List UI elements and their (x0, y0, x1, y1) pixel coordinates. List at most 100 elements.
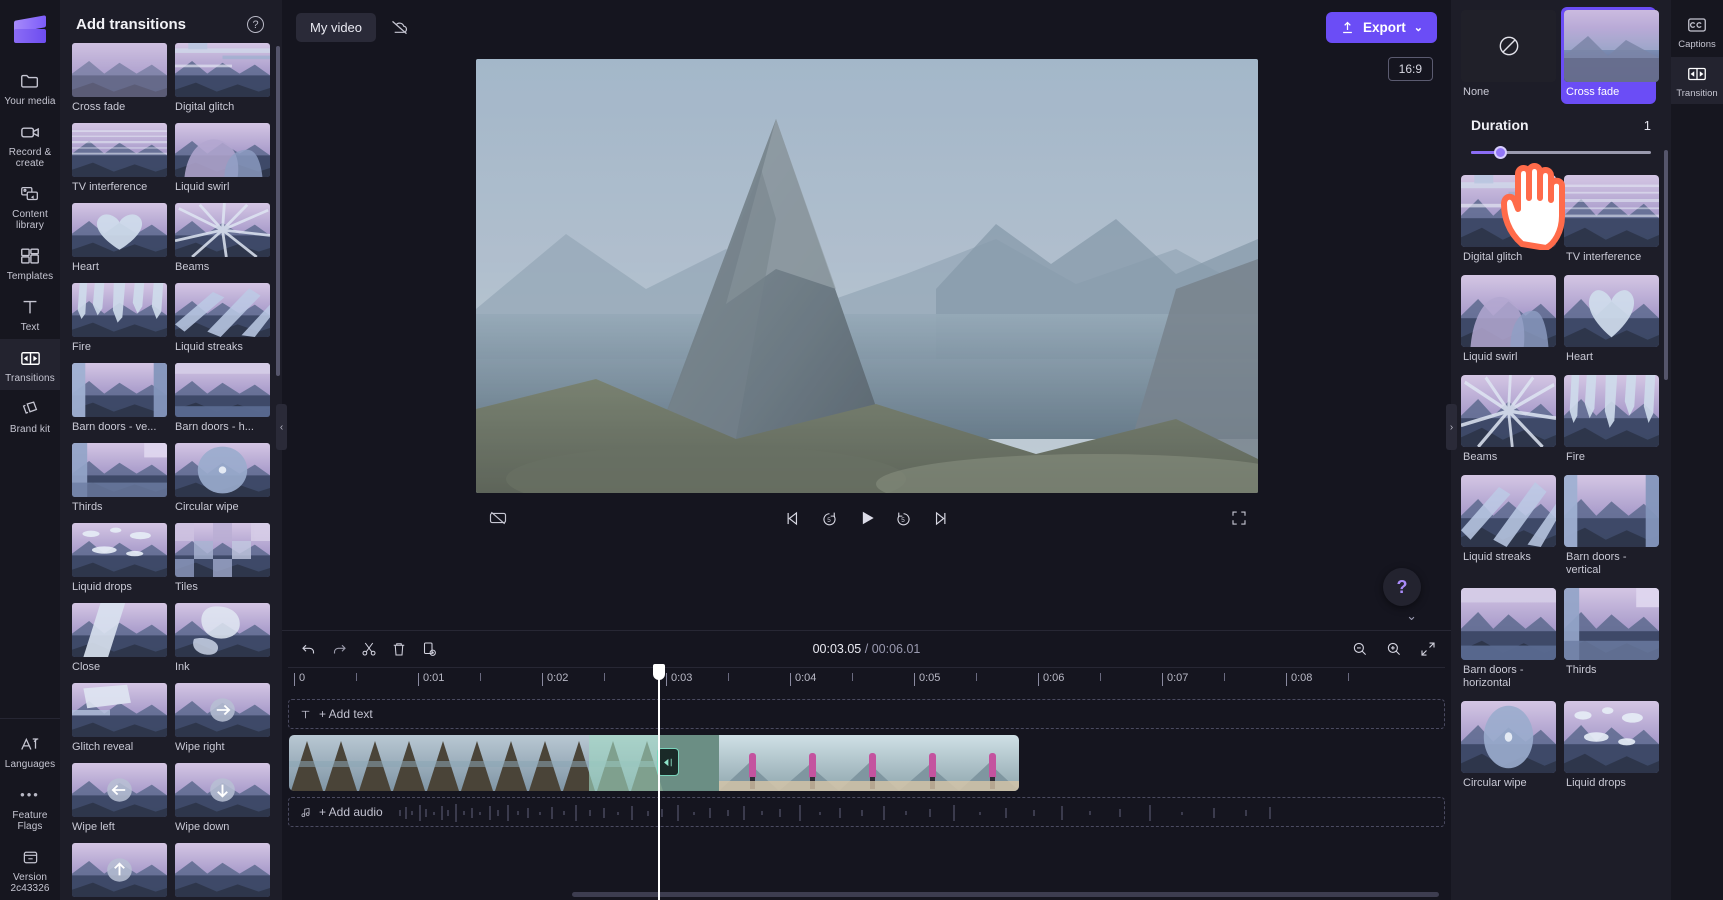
transition-card[interactable]: Fire (72, 283, 167, 353)
delete-button[interactable] (386, 636, 412, 662)
timeline-ruler[interactable]: 0 0:01 0:02 0:03 0:04 0:05 0:06 0:07 0:08 (288, 667, 1445, 693)
transition-card[interactable]: Liquid drops (72, 523, 167, 593)
transition-card[interactable]: TV interference (72, 123, 167, 193)
timeline-scrollbar[interactable] (572, 892, 1439, 897)
zoom-in-button[interactable] (1385, 640, 1403, 658)
transition-card[interactable]: Thirds (72, 443, 167, 513)
transition-card[interactable]: Heart (72, 203, 167, 273)
editor-main: My video Export ⌄ 16:9 5 5 ? ⌄ 00:03.05 … (276, 0, 1457, 900)
collapse-left-panel-button[interactable]: ‹ (276, 404, 287, 450)
transition-card[interactable]: Liquid streaks (175, 283, 270, 353)
export-button[interactable]: Export ⌄ (1326, 12, 1437, 43)
collapse-right-panel-button[interactable]: › (1446, 404, 1457, 450)
transition-card[interactable]: Close (72, 603, 167, 673)
transition-card[interactable]: Wipe left (72, 763, 167, 833)
redo-button[interactable] (326, 636, 352, 662)
tab-transition[interactable]: Transition (1671, 57, 1723, 104)
transition-preset-card[interactable]: Beams (1461, 375, 1556, 467)
transition-preset-card[interactable]: TV interference (1564, 175, 1659, 267)
ruler-tick-major (542, 673, 543, 686)
video-title-field[interactable]: My video (296, 13, 377, 42)
transition-preset-card[interactable]: Liquid drops (1564, 701, 1659, 793)
duration-row: Duration 1 (1451, 101, 1671, 133)
sidebar-item-content-library[interactable]: Content library (0, 175, 60, 237)
transition-card[interactable]: Wipe down (175, 763, 270, 833)
transition-card[interactable]: Barn doors - h... (175, 363, 270, 433)
transition-card[interactable]: Liquid swirl (175, 123, 270, 193)
transition-thumbnail (1461, 588, 1556, 660)
transition-card[interactable]: Wipe right (175, 683, 270, 753)
fullscreen-icon[interactable] (1230, 509, 1248, 527)
aspect-ratio-button[interactable]: 16:9 (1387, 57, 1433, 81)
zoom-out-button[interactable] (1351, 640, 1369, 658)
forward-5s-button[interactable]: 5 (893, 507, 915, 529)
transition-preset-card[interactable]: Circular wipe (1461, 701, 1556, 793)
slider-thumb[interactable] (1494, 146, 1508, 159)
transition-preset-card[interactable]: Heart (1564, 275, 1659, 367)
transition-card[interactable]: Cross fade (72, 43, 167, 113)
transition-card[interactable]: Ink (175, 603, 270, 673)
transition-preset-card[interactable]: Fire (1564, 375, 1659, 467)
chevron-down-icon[interactable]: ⌄ (1406, 608, 1417, 624)
transition-card[interactable]: Barn doors - ve... (72, 363, 167, 433)
transition-preset-card[interactable]: Liquid streaks (1461, 475, 1556, 580)
ruler-tick-minor (1224, 673, 1225, 681)
duration-slider[interactable] (1471, 145, 1651, 161)
undo-button[interactable] (296, 636, 322, 662)
sidebar-item-transitions[interactable]: Transitions (0, 339, 60, 390)
ruler-tick-minor (728, 673, 729, 681)
video-preview[interactable] (475, 59, 1258, 493)
add-audio-track[interactable]: + Add audio (288, 797, 1445, 827)
properties-scrollbar[interactable] (1664, 150, 1668, 380)
ruler-label: 0:03 (671, 672, 693, 684)
sidebar-item-record-create[interactable]: Record & create (0, 113, 60, 175)
transition-thumbnail (72, 443, 167, 497)
jump-to-end-button[interactable] (930, 507, 952, 529)
transition-preset-card[interactable]: Barn doors - horizontal (1461, 588, 1556, 693)
transition-card[interactable]: Tiles (175, 523, 270, 593)
play-button[interactable] (856, 507, 878, 529)
playhead[interactable] (653, 664, 665, 900)
jump-to-start-button[interactable] (782, 507, 804, 529)
transition-card[interactable] (72, 843, 167, 900)
transition-label: Barn doors - vertical (1566, 551, 1627, 576)
sidebar-item-version[interactable]: Version 2c43326 (0, 838, 60, 900)
transition-preset-card[interactable]: Digital glitch (1461, 175, 1556, 267)
tab-captions[interactable]: Captions (1671, 8, 1723, 55)
transition-card[interactable]: Digital glitch (175, 43, 270, 113)
sidebar-item-languages[interactable]: Languages (0, 725, 60, 776)
transition-preset-card[interactable]: Barn doors - vertical (1564, 475, 1659, 580)
captions-off-icon[interactable] (488, 508, 508, 528)
help-fab-button[interactable]: ? (1383, 568, 1421, 606)
transition-card[interactable]: Circular wipe (175, 443, 270, 513)
sidebar-item-text[interactable]: Text (0, 288, 60, 339)
clipchamp-editor: Your media Record & create Content libra… (0, 0, 1723, 900)
transition-preset-card[interactable]: Thirds (1564, 588, 1659, 693)
rail-divider (0, 718, 60, 719)
clipchamp-logo[interactable] (12, 12, 48, 46)
transition-marker-icon[interactable] (657, 748, 679, 776)
fit-timeline-button[interactable] (1419, 640, 1437, 658)
sidebar-item-label: Text (20, 322, 40, 333)
transition-card[interactable] (175, 843, 270, 900)
cloud-off-icon[interactable] (384, 13, 414, 43)
help-circle-icon[interactable]: ? (247, 16, 264, 33)
transition-card[interactable]: Glitch reveal (72, 683, 167, 753)
sidebar-item-feature-flags[interactable]: ••• Feature Flags (0, 776, 60, 838)
sidebar-item-brand-kit[interactable]: Brand kit (0, 390, 60, 441)
sidebar-item-your-media[interactable]: Your media (0, 62, 60, 113)
add-text-track[interactable]: + Add text (288, 699, 1445, 729)
sidebar-item-templates[interactable]: Templates (0, 237, 60, 288)
transition-option-selected[interactable]: Cross fade (1561, 7, 1659, 104)
transition-preset-card[interactable]: Liquid swirl (1461, 275, 1556, 367)
video-clip-track[interactable] (289, 735, 1019, 791)
transport-buttons: 5 5 (782, 507, 952, 529)
split-button[interactable] (356, 636, 382, 662)
transition-label: Wipe down (175, 821, 230, 833)
library-scrollbar[interactable] (276, 46, 280, 376)
transition-card[interactable]: Beams (175, 203, 270, 273)
rewind-5s-button[interactable]: 5 (819, 507, 841, 529)
transition-option-none[interactable]: None (1461, 10, 1556, 101)
playhead-handle[interactable] (653, 664, 665, 680)
duplicate-button[interactable] (416, 636, 442, 662)
